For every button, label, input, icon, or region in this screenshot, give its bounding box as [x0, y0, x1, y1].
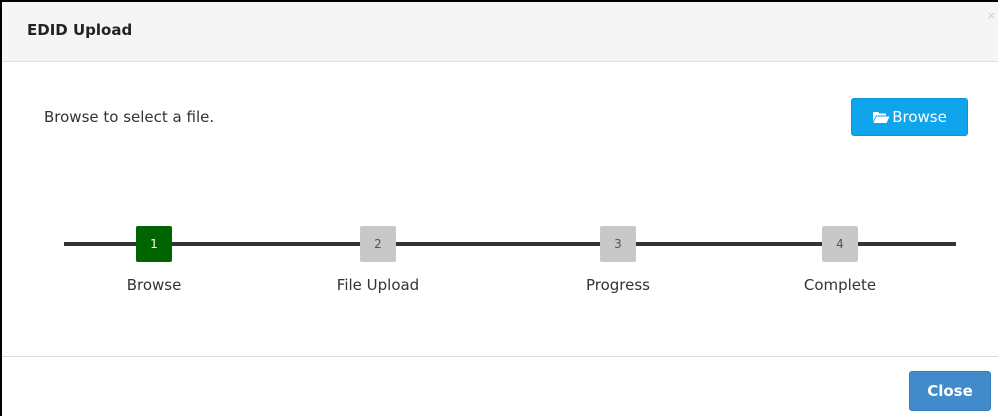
edid-upload-dialog: EDID Upload × Browse to select a file. B…: [0, 0, 998, 416]
footer-divider: [2, 356, 998, 357]
step-4-label: Complete: [803, 276, 877, 294]
step-2-label: File Upload: [336, 276, 420, 294]
step-3-label: Progress: [585, 276, 650, 294]
step-2-indicator: 2: [360, 226, 396, 262]
step-3-indicator: 3: [600, 226, 636, 262]
step-1-label: Browse: [126, 276, 182, 294]
upload-stepper: 1 Browse 2 File Upload 3 Progress 4 Comp…: [2, 2, 998, 302]
close-button[interactable]: Close: [909, 371, 991, 411]
step-4-indicator: 4: [822, 226, 858, 262]
step-1-indicator: 1: [136, 226, 172, 262]
